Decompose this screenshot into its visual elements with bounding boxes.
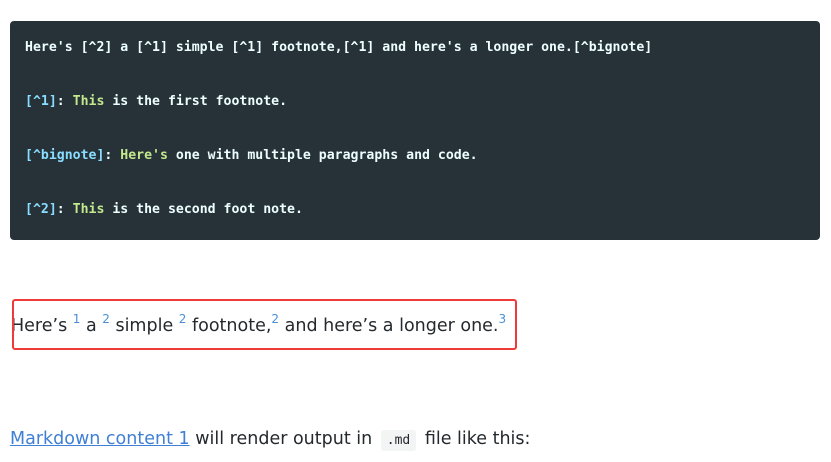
description-paragraph: Markdown content 1 will render output in… [10,424,530,456]
code-text: one with multiple paragraphs and code. [167,148,478,163]
code-text: : [104,148,121,163]
markdown-content-link[interactable]: Markdown content 1 [10,429,190,449]
code-text: : [56,202,73,217]
highlight-box [12,299,517,350]
code-text: is the second foot note. [104,202,303,217]
code-text: Here's [^2] a [^1] simple [^1] footnote,… [25,40,653,55]
code-line-4: [^2]: This is the second foot note. [25,201,303,219]
code-block: Here's [^2] a [^1] simple [^1] footnote,… [10,21,820,240]
footnote-ref-token: [^bignote] [25,148,105,163]
footnote-ref-token: [^2] [25,202,57,217]
inline-code: .md [380,430,417,451]
code-text: : [56,94,73,109]
code-keyword: Here's [120,148,168,163]
code-keyword: This [72,94,105,109]
description-text: will render output in [189,429,378,449]
description-text: file like this: [419,429,531,449]
code-line-3: [^bignote]: Here's one with multiple par… [25,147,478,165]
code-line-2: [^1]: This is the first footnote. [25,93,287,111]
code-text: is the first footnote. [104,94,288,109]
footnote-ref-token: [^1] [25,94,57,109]
code-line-1: Here's [^2] a [^1] simple [^1] footnote,… [25,39,652,57]
code-keyword: This [72,202,105,217]
